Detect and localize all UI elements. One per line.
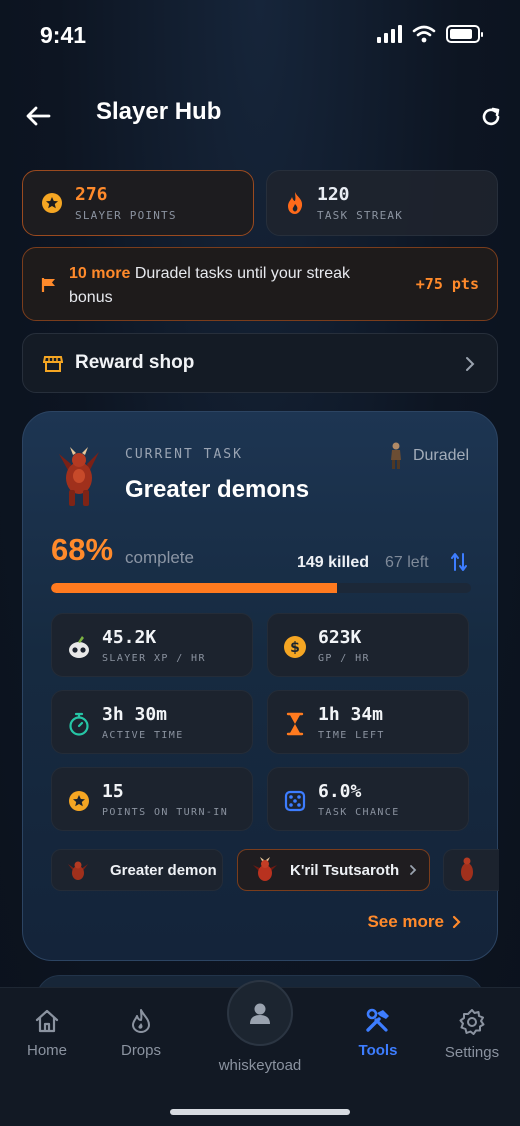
profile-username: whiskeytoad [218,1057,302,1074]
signal-icon [377,25,402,43]
star-coin-icon [42,193,62,213]
chevron-right-icon [452,915,461,929]
variant-label: K'ril Tsutsaroth [290,861,400,879]
gp-label: GP / HR [318,653,370,664]
time-left-label: TIME LEFT [318,730,385,741]
slayer-xp-value: 45.2K [102,627,157,648]
task-chance-value: 6.0% [318,781,362,802]
drop-icon [132,1009,150,1033]
remaining-count: 67 left [385,554,429,571]
dice-icon [282,788,308,814]
tab-label: Drops [120,1042,161,1059]
variant-chip-partial[interactable] [443,849,499,891]
active-time-label: ACTIVE TIME [102,730,184,741]
task-streak-card: 120 TASK STREAK [266,170,498,236]
home-icon [35,1009,59,1033]
task-progress-bar [51,583,471,593]
tab-bar: Home Drops whiskeytoad Tools Settings [0,980,520,1126]
home-indicator [170,1109,350,1115]
hourglass-icon [282,711,308,737]
tab-settings[interactable]: Settings [427,1008,517,1061]
tab-home[interactable]: Home [2,1008,92,1059]
stat-tile-points: 15 POINTS ON TURN-IN [51,767,253,831]
streak-bonus-points: +75 pts [415,275,479,293]
stat-tile-slayer-xp: 45.2K SLAYER XP / HR [51,613,253,677]
user-icon [250,1003,270,1024]
streak-bonus-highlight: 10 more [69,265,131,282]
greater-demon-icon [59,447,99,506]
stopwatch-icon [66,711,92,737]
active-time-value: 3h 30m [102,704,168,725]
kril-tsutsaroth-icon [253,857,277,881]
tab-label: Tools [358,1042,398,1059]
current-task-monster: Greater demons [125,476,310,503]
slayer-xp-label: SLAYER XP / HR [102,653,206,664]
back-arrow-icon [26,106,51,126]
task-streak-label: TASK STREAK [317,209,404,222]
streak-bonus-banner: 10 more Duradel tasks until your streak … [22,247,498,321]
profile-avatar-button[interactable] [227,980,293,1046]
slayer-master[interactable]: Duradel [389,442,469,470]
task-streak-value: 120 [317,184,350,205]
current-task-card: CURRENT TASK Greater demons Duradel 68% … [22,411,499,961]
stat-tile-gp: $ 623K GP / HR [267,613,469,677]
status-bar: 9:41 [0,0,520,70]
stat-tile-task-chance: 6.0% TASK CHANCE [267,767,469,831]
battery-icon [446,25,483,43]
slayer-points-card: 276 SLAYER POINTS [22,170,254,236]
task-progress-fill [51,583,337,593]
tab-tools[interactable]: Tools [333,1008,423,1059]
gear-icon [459,1009,485,1035]
header: Slayer Hub [0,92,520,138]
tab-drops[interactable]: Drops [96,1008,186,1059]
refresh-button[interactable] [476,102,506,132]
tab-label: Home [26,1042,67,1059]
flame-icon [288,192,303,214]
gp-value: 623K [318,627,362,648]
progress-label: complete [125,548,194,567]
progress-percent: 68% [51,532,114,567]
page-title: Slayer Hub [96,98,222,125]
status-icons [377,25,483,43]
killed-count: 149 killed [297,554,370,571]
demon-icon [461,857,473,881]
variant-chip-greater-demon[interactable]: Greater demon [51,849,223,891]
wifi-icon [412,25,436,43]
chevron-right-icon [410,865,417,875]
star-coin-icon [66,788,92,814]
status-time: 9:41 [40,22,87,48]
variant-label: Greater demon [110,861,217,879]
chevron-right-icon [466,357,475,371]
points-value: 15 [102,781,124,802]
reward-shop-label: Reward shop [75,352,195,373]
points-label: POINTS ON TURN-IN [102,807,229,818]
current-task-label: CURRENT TASK [125,447,243,462]
slayer-helm-icon [66,634,92,660]
slayer-points-label: SLAYER POINTS [75,209,177,222]
refresh-icon [482,107,500,126]
greater-demon-icon [68,861,88,880]
gold-coin-icon: $ [282,634,308,660]
time-left-value: 1h 34m [318,704,384,725]
see-more-label: See more [367,912,444,931]
flag-icon [41,278,55,292]
tab-label: Settings [444,1044,500,1061]
stat-tile-active-time: 3h 30m ACTIVE TIME [51,690,253,754]
variant-chip-kril[interactable]: K'ril Tsutsaroth [237,849,430,891]
reward-shop-button[interactable]: Reward shop [22,333,498,393]
tools-icon [366,1008,389,1032]
task-chance-label: TASK CHANCE [318,807,400,818]
swap-icon[interactable] [451,552,467,572]
slayer-master-icon [390,442,401,469]
stat-tile-time-left: 1h 34m TIME LEFT [267,690,469,754]
svg-text:$: $ [290,640,300,656]
see-more-link[interactable]: See more [367,912,461,932]
back-button[interactable] [22,100,54,132]
slayer-master-name: Duradel [412,447,469,464]
store-icon [43,356,63,372]
streak-bonus-message: 10 more Duradel tasks until your streak … [69,262,389,310]
slayer-points-value: 276 [75,184,108,205]
